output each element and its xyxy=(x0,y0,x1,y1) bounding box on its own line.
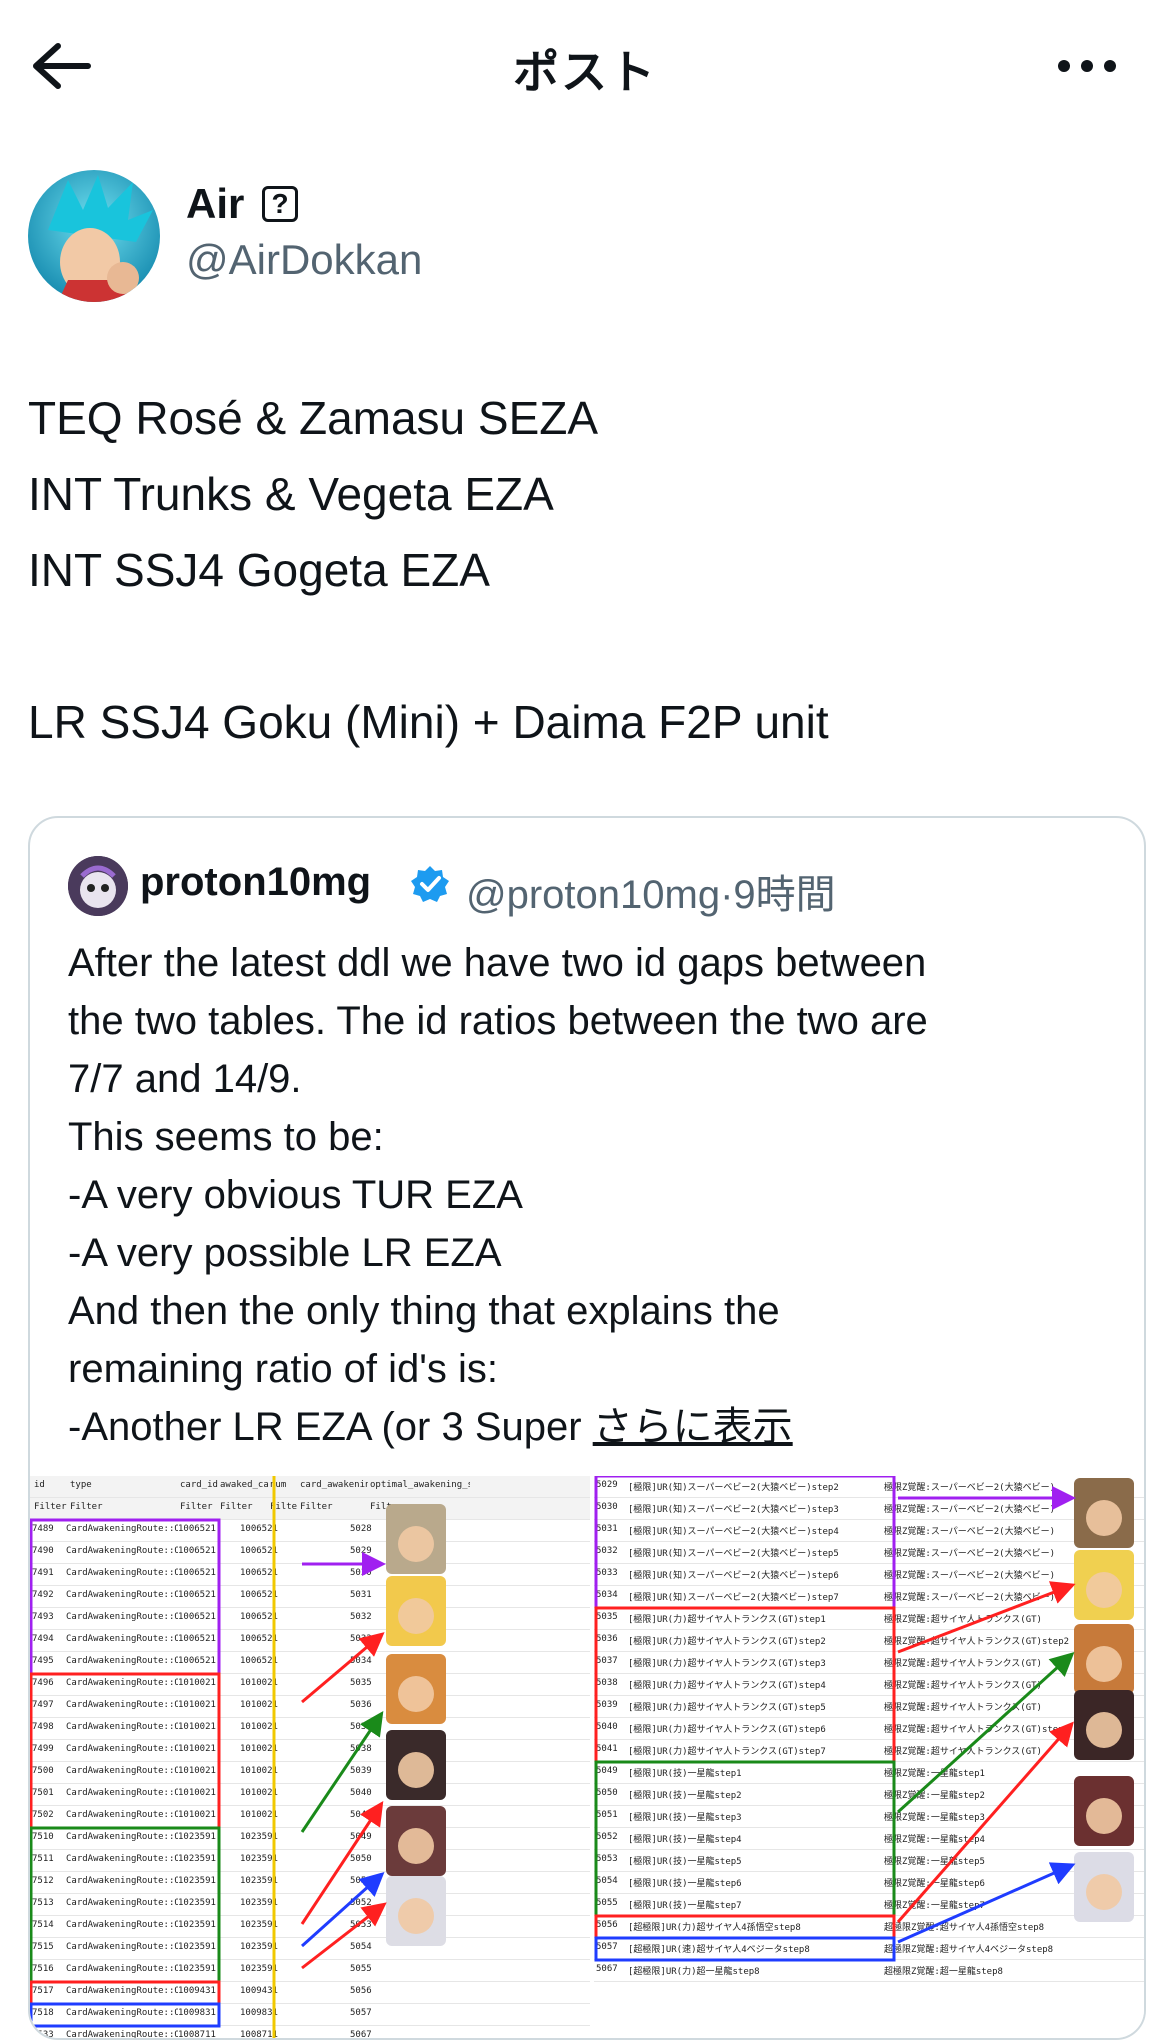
red-arrow xyxy=(300,1800,384,1925)
quoted-meta: @proton10mg·9時間 xyxy=(466,862,836,920)
character-face xyxy=(398,1598,434,1634)
quoted-line-text: -Another LR EZA (or 3 Super xyxy=(68,1405,593,1449)
character-face xyxy=(398,1898,434,1934)
quoted-line: And then the only thing that explains th… xyxy=(68,1289,780,1333)
character-face xyxy=(1086,1712,1122,1748)
quoted-timestamp[interactable]: 9時間 xyxy=(733,873,835,917)
blue-arrow xyxy=(300,1871,385,1948)
green-group-box xyxy=(30,1826,221,1984)
post-line: INT SSJ4 Gogeta EZA xyxy=(28,544,490,596)
red-arrow xyxy=(896,1721,1074,1923)
red-group-box xyxy=(30,1672,221,1830)
green-group-box xyxy=(594,1760,896,1918)
character-face xyxy=(1086,1572,1122,1608)
post-line: INT Trunks & Vegeta EZA xyxy=(28,468,554,520)
quoted-line: the two tables. The id ratios between th… xyxy=(68,999,928,1043)
post-line: LR SSJ4 Goku (Mini) + Daima F2P unit xyxy=(28,696,829,748)
character-face xyxy=(1086,1646,1122,1682)
quoted-post-card[interactable]: proton10mg @proton10mg·9時間 After the lat… xyxy=(28,816,1146,2040)
character-face xyxy=(398,1676,434,1712)
quoted-line: -A very obvious TUR EZA xyxy=(68,1173,523,1217)
quoted-line: remaining ratio of id's is: xyxy=(68,1347,499,1391)
character-face xyxy=(398,1526,434,1562)
post-body: TEQ Rosé & Zamasu SEZA INT Trunks & Vege… xyxy=(28,380,1138,760)
quoted-author-handle[interactable]: @proton10mg xyxy=(466,873,720,917)
blue-arrow xyxy=(897,1862,1076,1944)
red-arrow xyxy=(897,1581,1076,1654)
red-row-box xyxy=(30,1980,221,2006)
quoted-line: 7/7 and 14/9. xyxy=(68,1057,302,1101)
verified-badge-icon xyxy=(411,866,449,902)
character-face xyxy=(1086,1798,1122,1834)
show-more-link[interactable]: さらに表示 xyxy=(593,1405,793,1449)
character-face xyxy=(1086,1500,1122,1536)
green-arrow xyxy=(896,1651,1075,1814)
blue-row-box xyxy=(594,1936,896,1962)
page-title: ポスト xyxy=(513,45,657,99)
quoted-post-body: After the latest ddl we have two id gaps… xyxy=(68,934,1118,1456)
blue-row-box xyxy=(30,2002,221,2028)
post-line xyxy=(28,608,1138,684)
quoted-line: This seems to be: xyxy=(68,1115,384,1159)
red-row-box xyxy=(594,1914,896,1940)
red-group-box xyxy=(594,1606,896,1764)
quoted-line: -A very possible LR EZA xyxy=(68,1231,502,1275)
meta-separator: · xyxy=(720,873,734,917)
more-options-icon[interactable] xyxy=(1054,44,1120,88)
author-name[interactable]: Air xyxy=(186,180,244,228)
quoted-line-last: -Another LR EZA (or 3 Super さらに表示 xyxy=(68,1398,1118,1456)
quoted-media-image[interactable]: idtypecard_idawaked_card_idnumcard_awake… xyxy=(30,1476,1144,2038)
character-face xyxy=(398,1752,434,1788)
unknown-badge-icon[interactable]: ? xyxy=(262,186,298,222)
post-line: TEQ Rosé & Zamasu SEZA xyxy=(28,392,599,444)
character-face xyxy=(1086,1874,1122,1910)
purple-group-box xyxy=(594,1476,896,1610)
author-avatar[interactable] xyxy=(28,170,160,302)
quoted-line: After the latest ddl we have two id gaps… xyxy=(68,941,927,985)
author-handle[interactable]: @AirDokkan xyxy=(186,236,422,284)
annotation-overlay xyxy=(30,1476,1134,2038)
quoted-author-name[interactable]: proton10mg xyxy=(140,860,371,905)
red-arrow xyxy=(301,1632,385,1704)
purple-group-box xyxy=(30,1518,221,1676)
character-face xyxy=(398,1828,434,1864)
top-bar: ポスト xyxy=(0,0,1170,132)
green-arrow xyxy=(300,1711,384,1833)
quoted-author-avatar[interactable] xyxy=(68,856,128,916)
